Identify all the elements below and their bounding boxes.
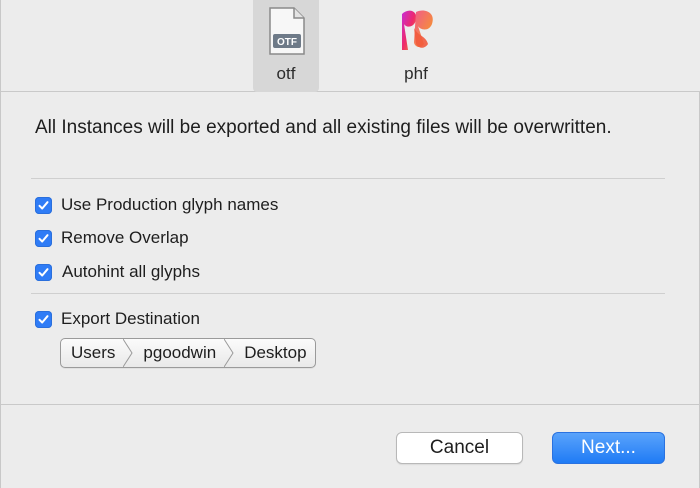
path-separator-icon [123, 339, 134, 367]
checkmark-icon [38, 267, 49, 276]
checkmark-icon [38, 314, 49, 323]
path-segment-pgoodwin[interactable]: pgoodwin [133, 339, 224, 367]
option-remove-overlap[interactable]: Remove Overlap [35, 227, 189, 249]
option-label: Autohint all glyphs [62, 262, 200, 281]
option-production-glyph-names[interactable]: Use Production glyph names [35, 194, 278, 216]
checkmark-icon [38, 200, 49, 209]
production-glyph-names-checkbox[interactable] [35, 196, 52, 214]
path-segment-users[interactable]: Users [61, 339, 123, 367]
warning-message: All Instances will be exported and all e… [35, 117, 612, 138]
option-label: Use Production glyph names [61, 195, 279, 214]
option-label: Remove Overlap [61, 228, 189, 247]
remove-overlap-checkbox[interactable] [35, 229, 52, 247]
destination-path-control[interactable]: Users pgoodwin Desktop [60, 338, 316, 368]
tab-phf-label: phf [404, 64, 428, 83]
path-segment-desktop[interactable]: Desktop [234, 339, 314, 367]
export-destination-checkbox[interactable] [35, 310, 52, 328]
format-toolbar: OTF otf phf [1, 0, 700, 92]
export-dialog: OTF otf phf All Instances will be export… [0, 0, 700, 488]
footer-divider [1, 404, 700, 405]
autohint-checkbox[interactable] [35, 263, 52, 281]
otf-file-icon: OTF [269, 7, 305, 55]
cancel-button[interactable]: Cancel [396, 432, 523, 464]
tab-phf[interactable]: phf [383, 0, 449, 92]
path-separator-icon [224, 339, 234, 367]
divider [31, 293, 665, 294]
phf-logo-icon [402, 10, 433, 50]
tab-otf-label: otf [276, 64, 296, 83]
option-autohint[interactable]: Autohint all glyphs [35, 261, 200, 283]
option-label: Export Destination [61, 309, 200, 328]
next-button[interactable]: Next... [552, 432, 665, 464]
tab-otf[interactable]: OTF otf [253, 0, 319, 92]
divider [31, 178, 665, 179]
option-export-destination[interactable]: Export Destination [35, 308, 200, 330]
svg-text:OTF: OTF [277, 37, 297, 48]
checkmark-icon [38, 233, 49, 242]
